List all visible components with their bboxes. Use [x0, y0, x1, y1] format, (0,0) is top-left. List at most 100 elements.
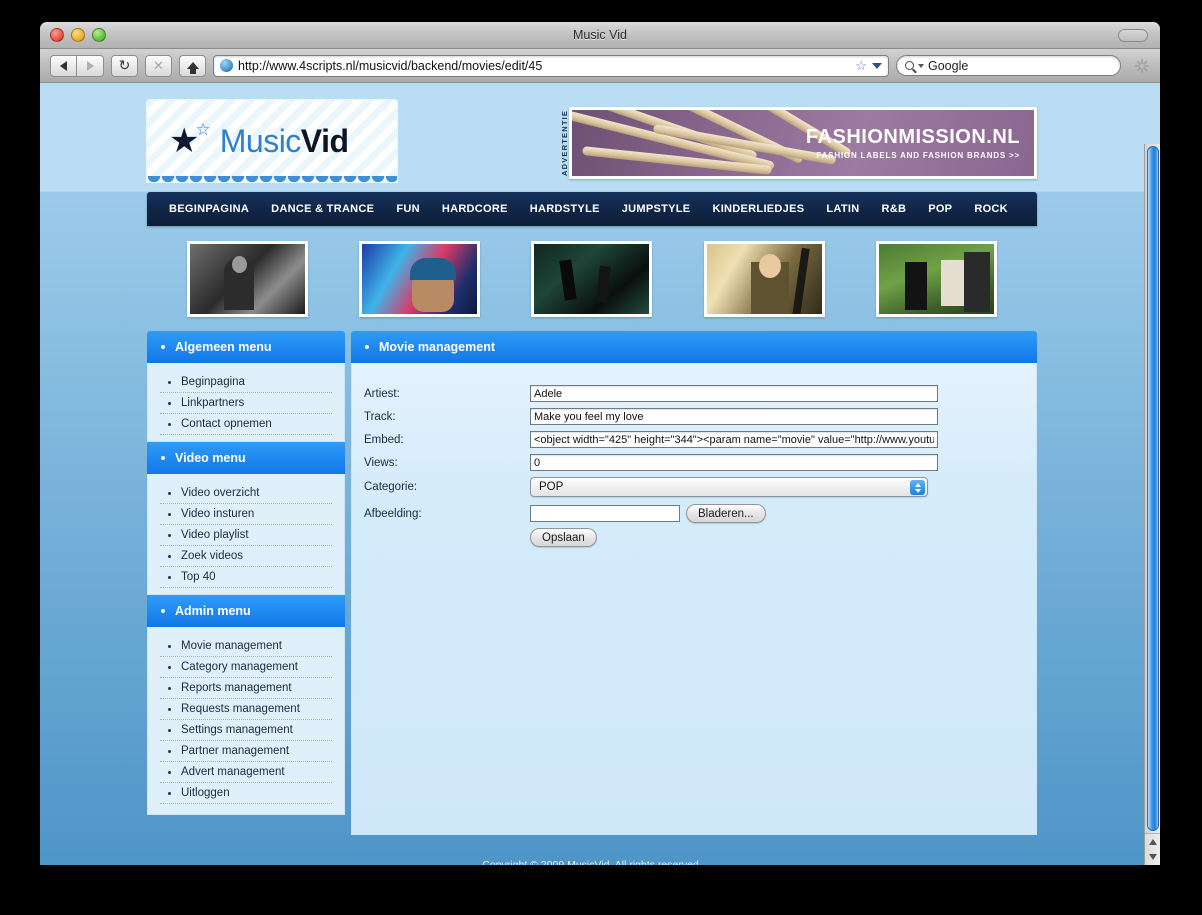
advert-banner[interactable]: FASHIONMISSION.NL FASHION LABELS AND FAS…: [569, 107, 1037, 179]
scroll-up-icon[interactable]: [1149, 839, 1157, 845]
bullet-icon: [168, 686, 171, 690]
page-viewport: ★ ☆ MusicVid ADVERTENTIE FASHIONMISSION.…: [40, 83, 1160, 865]
sidebar-item-advert-management[interactable]: Advert management: [160, 762, 332, 783]
forward-button[interactable]: [77, 54, 104, 77]
scrollbar-arrows[interactable]: [1145, 833, 1160, 865]
sidebar-section-body-algemeen: Beginpagina Linkpartners Contact opnemen: [147, 363, 345, 442]
advert-title: FASHIONMISSION.NL: [805, 125, 1020, 148]
nav-item-fun[interactable]: FUN: [396, 203, 420, 215]
bullet-icon: [168, 665, 171, 669]
nav-item-rock[interactable]: ROCK: [974, 203, 1008, 215]
sidebar-item-movie-management[interactable]: Movie management: [160, 636, 332, 657]
bullet-icon: [161, 345, 165, 349]
nav-item-rnb[interactable]: R&B: [881, 203, 906, 215]
bookmark-star-icon[interactable]: ☆: [855, 58, 867, 74]
advert-subtitle: FASHION LABELS AND FASHION BRANDS >>: [816, 150, 1020, 160]
logo-scallop-decoration: [147, 176, 397, 182]
scrollbar-thumb[interactable]: [1147, 146, 1159, 831]
movie-edit-form: Artiest: Track: Embed:: [352, 385, 1036, 547]
nav-item-latin[interactable]: LATIN: [826, 203, 859, 215]
image-file-input[interactable]: [530, 505, 680, 522]
bullet-icon: [168, 491, 171, 495]
sidebar-item-beginpagina[interactable]: Beginpagina: [160, 372, 332, 393]
browse-button[interactable]: Bladeren...: [686, 504, 766, 523]
main-content: Movie management Artiest: Track:: [351, 331, 1037, 835]
search-input[interactable]: Google: [896, 55, 1121, 76]
browser-window: Music Vid ↻ ✕ http://www.4scripts.nl/mus…: [40, 22, 1160, 865]
sidebar-item-label: Category management: [181, 661, 298, 673]
search-engine-chevron-icon[interactable]: [918, 63, 924, 68]
embed-input[interactable]: [530, 431, 938, 448]
address-bar[interactable]: http://www.4scripts.nl/musicvid/backend/…: [213, 54, 889, 77]
sidebar-section-body-admin: Movie management Category management Rep…: [147, 627, 345, 815]
sidebar-item-uitloggen[interactable]: Uitloggen: [160, 783, 332, 804]
sidebar-item-settings-management[interactable]: Settings management: [160, 720, 332, 741]
bullet-icon: [168, 770, 171, 774]
video-thumbnail[interactable]: [359, 240, 481, 317]
site-logo[interactable]: ★ ☆ MusicVid: [147, 100, 397, 182]
image-label: Afbeelding:: [364, 507, 422, 520]
nav-item-jumpstyle[interactable]: JUMPSTYLE: [622, 203, 691, 215]
bullet-icon: [161, 609, 165, 613]
stop-button[interactable]: ✕: [145, 54, 172, 77]
sidebar-item-video-playlist[interactable]: Video playlist: [160, 525, 332, 546]
nav-item-kinderliedjes[interactable]: KINDERLIEDJES: [712, 203, 804, 215]
artist-input[interactable]: [530, 385, 938, 402]
form-row-submit: Opslaan: [358, 528, 1036, 547]
movie-form-panel: Artiest: Track: Embed:: [351, 363, 1037, 835]
category-selected-value: POP: [539, 481, 564, 493]
window-title: Music Vid: [573, 28, 627, 42]
advert-area: ADVERTENTIE FASHIONMISSION.NL FASHION LA…: [558, 104, 1037, 182]
sidebar-item-requests-management[interactable]: Requests management: [160, 699, 332, 720]
category-select[interactable]: POP: [530, 477, 928, 497]
sidebar-section-header-algemeen: Algemeen menu: [147, 331, 345, 363]
sidebar-item-contact-opnemen[interactable]: Contact opnemen: [160, 414, 332, 435]
reload-icon: ↻: [118, 57, 131, 73]
video-thumbnail[interactable]: [186, 240, 308, 317]
nav-item-hardcore[interactable]: HARDCORE: [442, 203, 508, 215]
stepper-icon[interactable]: [910, 480, 925, 495]
sidebar-item-category-management[interactable]: Category management: [160, 657, 332, 678]
save-button[interactable]: Opslaan: [530, 528, 597, 547]
advert-label: ADVERTENTIE: [560, 109, 569, 177]
forward-arrow-icon: [86, 60, 94, 71]
back-button[interactable]: [50, 54, 77, 77]
video-thumbnail[interactable]: [876, 240, 998, 317]
form-row-artist: Artiest:: [358, 385, 1036, 402]
zoom-button[interactable]: [92, 28, 106, 42]
nav-item-dance-trance[interactable]: DANCE & TRANCE: [271, 203, 374, 215]
video-thumbnail[interactable]: [531, 240, 653, 317]
toolbar-toggle-button[interactable]: [1118, 29, 1148, 42]
sidebar-item-linkpartners[interactable]: Linkpartners: [160, 393, 332, 414]
views-input[interactable]: [530, 454, 938, 471]
bullet-icon: [168, 401, 171, 405]
sidebar-item-reports-management[interactable]: Reports management: [160, 678, 332, 699]
track-input[interactable]: [530, 408, 938, 425]
nav-item-pop[interactable]: POP: [928, 203, 952, 215]
sidebar-item-label: Requests management: [181, 703, 300, 715]
nav-item-hardstyle[interactable]: HARDSTYLE: [530, 203, 600, 215]
sidebar-item-label: Advert management: [181, 766, 285, 778]
logo-text-music: Music: [219, 122, 302, 159]
video-thumbnail[interactable]: [703, 240, 825, 317]
vertical-scrollbar[interactable]: [1144, 144, 1160, 865]
close-button[interactable]: [50, 28, 64, 42]
title-bar: Music Vid: [40, 22, 1160, 49]
chevron-down-icon[interactable]: [872, 62, 882, 69]
browser-toolbar: ↻ ✕ http://www.4scripts.nl/musicvid/back…: [40, 49, 1160, 83]
sidebar-item-label: Contact opnemen: [181, 418, 272, 430]
sidebar-item-video-insturen[interactable]: Video insturen: [160, 504, 332, 525]
sidebar-item-label: Uitloggen: [181, 787, 230, 799]
sidebar-item-zoek-videos[interactable]: Zoek videos: [160, 546, 332, 567]
logo-stars: ★ ☆: [169, 121, 211, 158]
minimize-button[interactable]: [71, 28, 85, 42]
sidebar-section-header-video: Video menu: [147, 442, 345, 474]
scroll-down-icon[interactable]: [1149, 854, 1157, 860]
sidebar-item-top-40[interactable]: Top 40: [160, 567, 332, 588]
sidebar-item-video-overzicht[interactable]: Video overzicht: [160, 483, 332, 504]
form-row-category: Categorie: POP: [358, 477, 1036, 497]
home-button[interactable]: [179, 54, 206, 77]
sidebar-item-partner-management[interactable]: Partner management: [160, 741, 332, 762]
nav-item-beginpagina[interactable]: BEGINPAGINA: [169, 203, 249, 215]
reload-button[interactable]: ↻: [111, 54, 138, 77]
